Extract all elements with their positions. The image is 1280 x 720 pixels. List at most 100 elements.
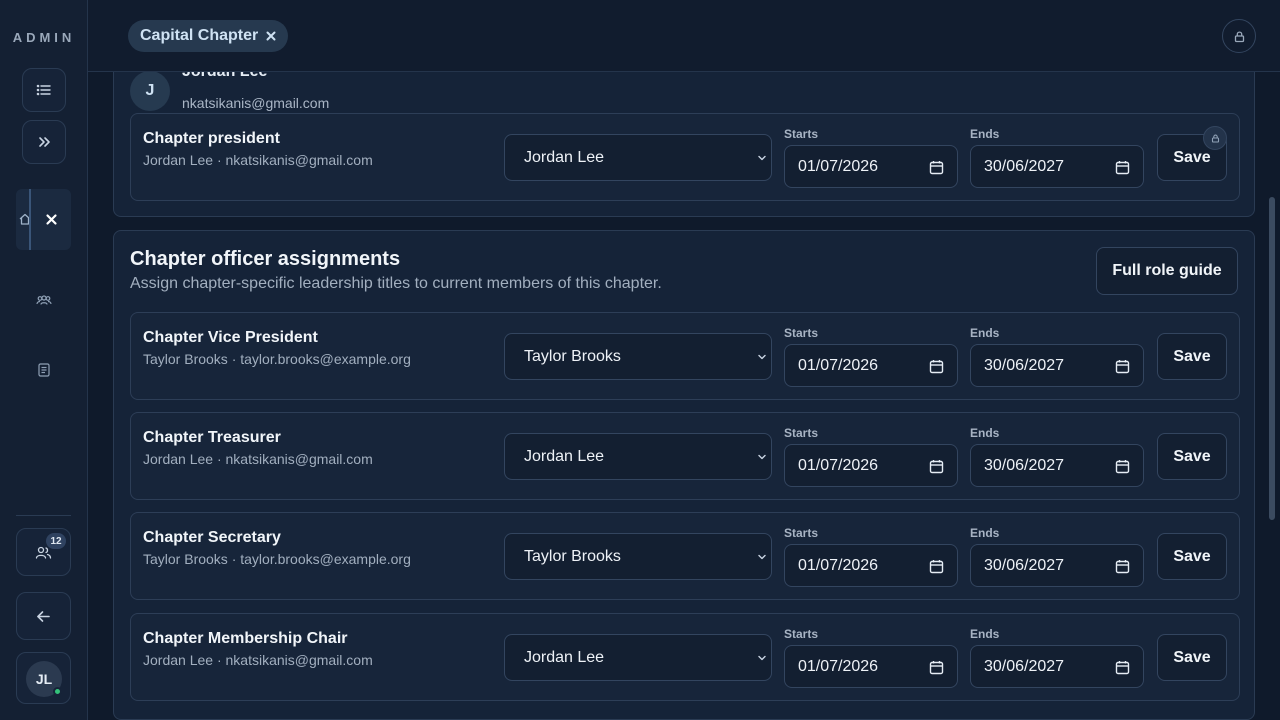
end-date-input[interactable]: 30/06/2027 xyxy=(970,344,1144,387)
start-date-input[interactable]: 01/07/2026 xyxy=(784,645,958,688)
calendar-icon[interactable] xyxy=(929,660,944,675)
end-date-input[interactable]: 30/06/2027 xyxy=(970,444,1144,487)
president-card: J Jordan Lee nkatsikanis@gmail.com Chapt… xyxy=(113,72,1255,217)
main-content: J Jordan Lee nkatsikanis@gmail.com Chapt… xyxy=(88,72,1280,720)
calendar-icon[interactable] xyxy=(1115,359,1130,374)
start-date-input[interactable]: 01/07/2026 xyxy=(784,444,958,487)
chevron-down-icon xyxy=(758,655,766,661)
active-chapter-nav[interactable] xyxy=(16,189,71,250)
president-row: Chapter president Jordan Lee · nkatsikan… xyxy=(130,113,1240,201)
ends-label: Ends xyxy=(970,127,1000,141)
online-status-dot xyxy=(53,687,62,696)
calendar-icon[interactable] xyxy=(929,160,944,175)
starts-label: Starts xyxy=(784,426,819,440)
chevron-down-icon xyxy=(758,155,766,161)
member-select-value: Jordan Lee xyxy=(524,648,605,666)
chevron-down-icon xyxy=(758,454,766,460)
people-icon[interactable] xyxy=(36,292,52,308)
officer-row-vice-president: Chapter Vice President Taylor Brooks · t… xyxy=(130,312,1240,400)
start-date-value: 01/07/2026 xyxy=(798,657,879,675)
member-email: nkatsikanis@gmail.com xyxy=(182,95,330,111)
role-assignee: Jordan Lee · nkatsikanis@gmail.com xyxy=(143,652,373,668)
brand-label: ADMIN xyxy=(12,30,76,45)
member-select-value: Jordan Lee xyxy=(524,447,605,465)
document-icon[interactable] xyxy=(36,362,52,378)
end-date-input[interactable]: 30/06/2027 xyxy=(970,544,1144,587)
role-lock-indicator xyxy=(1203,126,1227,150)
calendar-icon[interactable] xyxy=(1115,459,1130,474)
end-date-value: 30/06/2027 xyxy=(984,356,1065,374)
start-date-value: 01/07/2026 xyxy=(798,456,879,474)
end-date-value: 30/06/2027 xyxy=(984,657,1065,675)
officer-assignments-card: Chapter officer assignments Assign chapt… xyxy=(113,230,1255,720)
sidebar-divider xyxy=(16,515,71,516)
back-button[interactable] xyxy=(16,592,71,640)
officer-row-treasurer: Chapter Treasurer Jordan Lee · nkatsikan… xyxy=(130,412,1240,500)
role-title: Chapter president xyxy=(143,130,280,147)
end-date-value: 30/06/2027 xyxy=(984,556,1065,574)
role-assignee: Jordan Lee · nkatsikanis@gmail.com xyxy=(143,451,373,467)
member-name: Jordan Lee xyxy=(182,72,267,81)
role-assignee: Taylor Brooks · taylor.brooks@example.or… xyxy=(143,551,411,567)
lock-icon xyxy=(1211,134,1219,143)
member-select[interactable]: Jordan Lee xyxy=(504,134,772,181)
start-date-value: 01/07/2026 xyxy=(798,356,879,374)
end-date-value: 30/06/2027 xyxy=(984,157,1065,175)
list-icon xyxy=(36,84,51,96)
start-date-value: 01/07/2026 xyxy=(798,556,879,574)
sidebar: ADMIN 12 JL xyxy=(0,0,88,720)
lock-icon xyxy=(1234,30,1244,42)
role-title: Chapter Treasurer xyxy=(143,429,281,446)
save-button[interactable]: Save xyxy=(1157,333,1227,380)
active-indicator xyxy=(29,189,31,250)
end-date-input[interactable]: 30/06/2027 xyxy=(970,145,1144,188)
member-select[interactable]: Jordan Lee xyxy=(504,634,772,681)
ends-label: Ends xyxy=(970,627,1000,641)
chevron-down-icon xyxy=(758,554,766,560)
member-select-value: Taylor Brooks xyxy=(524,547,621,565)
officer-row-secretary: Chapter Secretary Taylor Brooks · taylor… xyxy=(130,512,1240,600)
role-title: Chapter Membership Chair xyxy=(143,630,348,647)
calendar-icon[interactable] xyxy=(929,359,944,374)
role-assignee: Taylor Brooks · taylor.brooks@example.or… xyxy=(143,351,411,367)
top-bar: Capital Chapter xyxy=(88,0,1280,72)
close-icon[interactable] xyxy=(266,31,276,41)
chevron-down-icon xyxy=(758,354,766,360)
calendar-icon[interactable] xyxy=(929,559,944,574)
starts-label: Starts xyxy=(784,627,819,641)
requests-button[interactable]: 12 xyxy=(16,528,71,576)
lock-button[interactable] xyxy=(1222,19,1256,53)
calendar-icon[interactable] xyxy=(1115,660,1130,675)
member-select[interactable]: Taylor Brooks xyxy=(504,333,772,380)
start-date-input[interactable]: 01/07/2026 xyxy=(784,544,958,587)
avatar[interactable]: JL xyxy=(26,661,62,697)
end-date-input[interactable]: 30/06/2027 xyxy=(970,645,1144,688)
menu-list-button[interactable] xyxy=(22,68,66,112)
save-button[interactable]: Save xyxy=(1157,634,1227,681)
start-date-input[interactable]: 01/07/2026 xyxy=(784,145,958,188)
chapter-filter-chip[interactable]: Capital Chapter xyxy=(128,20,289,52)
calendar-icon[interactable] xyxy=(1115,160,1130,175)
start-date-value: 01/07/2026 xyxy=(798,157,879,175)
calendar-icon[interactable] xyxy=(1115,559,1130,574)
role-assignee: Jordan Lee · nkatsikanis@gmail.com xyxy=(143,152,373,168)
starts-label: Starts xyxy=(784,127,819,141)
officer-row-membership-chair: Chapter Membership Chair Jordan Lee · nk… xyxy=(130,613,1240,701)
close-icon[interactable] xyxy=(45,213,58,226)
avatar-initials: JL xyxy=(35,671,53,687)
section-title: Chapter officer assignments xyxy=(130,248,401,270)
scrollbar-thumb[interactable] xyxy=(1269,197,1275,520)
save-button[interactable]: Save xyxy=(1157,533,1227,580)
start-date-input[interactable]: 01/07/2026 xyxy=(784,344,958,387)
member-select-value: Jordan Lee xyxy=(524,148,605,166)
ends-label: Ends xyxy=(970,326,1000,340)
member-select[interactable]: Jordan Lee xyxy=(504,433,772,480)
save-button[interactable]: Save xyxy=(1157,433,1227,480)
member-select[interactable]: Taylor Brooks xyxy=(504,533,772,580)
chapter-chip-label: Capital Chapter xyxy=(140,27,259,44)
full-role-guide-button[interactable]: Full role guide xyxy=(1096,247,1238,295)
starts-label: Starts xyxy=(784,326,819,340)
requests-count-badge: 12 xyxy=(46,533,66,549)
expand-sidebar-button[interactable] xyxy=(22,120,66,164)
calendar-icon[interactable] xyxy=(929,459,944,474)
